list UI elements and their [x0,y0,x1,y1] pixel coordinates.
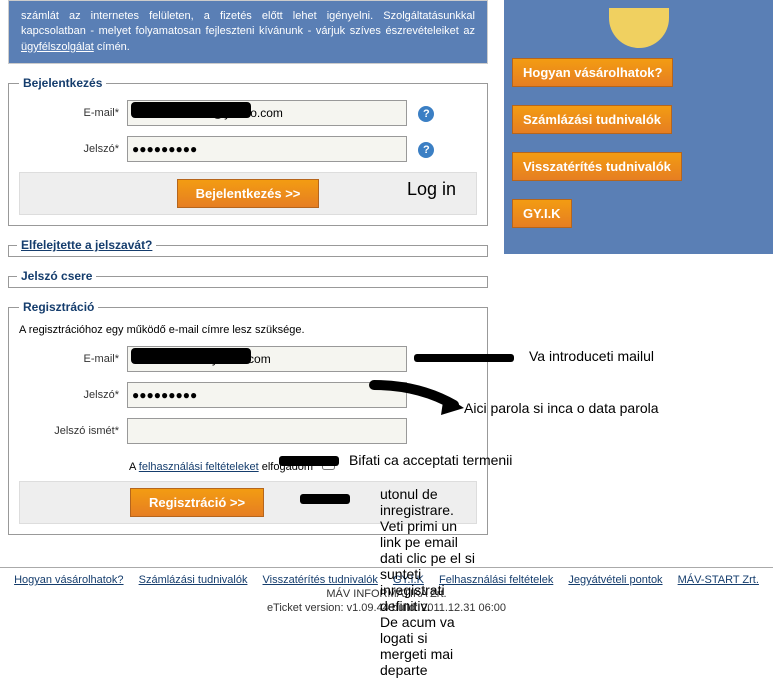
footer-link[interactable]: MÁV-START Zrt. [678,574,759,586]
annot-email: Va introduceti mailul [529,348,654,364]
register-password2-label: Jelszó ismét* [19,425,127,437]
register-password-label: Jelszó* [19,389,127,401]
terms-link[interactable]: felhasználási feltételeket [139,461,259,473]
login-password-input[interactable] [127,136,407,162]
forgot-fieldset: Elfelejtette a jelszavát? [8,238,488,257]
login-email-label: E-mail* [19,107,127,119]
register-email-label: E-mail* [19,353,127,365]
map-icon [609,8,669,48]
footer-link[interactable]: Hogyan vásárolhatok? [14,574,123,586]
terms-row: A felhasználási feltételeket elfogadom B… [19,454,477,473]
footer-link[interactable]: Számlázási tudnivalók [139,574,248,586]
register-password-input[interactable] [127,382,407,408]
annot-register: utonul de inregistrare. Veti primi un li… [380,486,476,678]
register-button-row: Regisztráció >> utonul de inregistrare. … [19,481,477,524]
register-button[interactable]: Regisztráció >> [130,488,264,517]
help-icon[interactable]: ? [418,106,434,122]
footer-link[interactable]: Visszatérítés tudnivalók [263,574,378,586]
login-annotation: Log in [407,179,456,200]
forgot-legend: Elfelejtette a jelszavát? [17,238,156,252]
side-btn-faq[interactable]: GY.I.K [512,199,572,228]
info-text-post: címén. [97,41,130,53]
side-btn-how-to-buy[interactable]: Hogyan vásárolhatok? [512,58,673,87]
side-btn-refund[interactable]: Visszatérítés tudnivalók [512,152,682,181]
forgot-link[interactable]: Elfelejtette a jelszavát? [21,238,152,252]
pwchange-fieldset: Jelszó csere [8,269,488,288]
terms-pre: A [129,461,139,473]
info-box: számlát az internetes felületen, a fizet… [8,0,488,64]
login-password-label: Jelszó* [19,143,127,155]
login-legend: Bejelentkezés [19,76,106,90]
footer-link[interactable]: Jegyátvételi pontok [568,574,662,586]
register-fieldset: Regisztráció A regisztrációhoz egy működ… [8,300,488,535]
login-button-row: Bejelentkezés >> Log in [19,172,477,215]
annot-password: Aici parola si inca o data parola [464,400,659,416]
register-legend: Regisztráció [19,300,98,314]
side-btn-billing[interactable]: Számlázási tudnivalók [512,105,672,134]
help-icon[interactable]: ? [418,142,434,158]
pwchange-legend: Jelszó csere [17,269,96,283]
login-fieldset: Bejelentkezés E-mail* ? Jelszó* ? Bejele… [8,76,488,226]
info-text-pre: számlát az internetes felületen, a fizet… [21,10,475,37]
annot-terms: Bifati ca acceptati termenii [349,452,512,468]
register-password2-input[interactable] [127,418,407,444]
login-button[interactable]: Bejelentkezés >> [177,179,320,208]
register-intro: A regisztrációhoz egy működő e-mail címr… [19,324,477,336]
sidebar: Hogyan vásárolhatok? Számlázási tudnival… [504,0,773,254]
customer-service-link[interactable]: ügyfélszolgálat [21,41,94,53]
